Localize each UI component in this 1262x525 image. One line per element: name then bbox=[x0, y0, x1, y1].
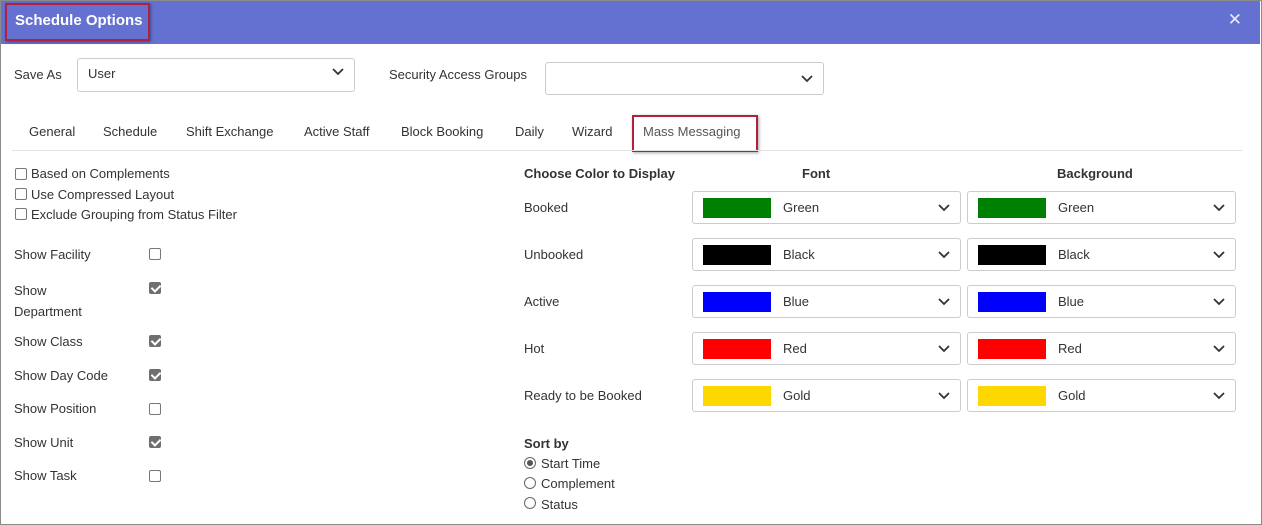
font-color-swatch bbox=[703, 245, 771, 265]
sort-complement-label: Complement bbox=[541, 476, 615, 491]
font-color-select-ready-to-be-booked[interactable]: Gold bbox=[692, 379, 961, 412]
sort-by-label: Sort by bbox=[524, 436, 569, 451]
show-facility-checkbox[interactable] bbox=[149, 248, 161, 260]
background-color-swatch bbox=[978, 245, 1046, 265]
chevron-down-icon bbox=[1213, 251, 1225, 259]
font-color-select-hot[interactable]: Red bbox=[692, 332, 961, 365]
font-color-swatch bbox=[703, 386, 771, 406]
exclude-grouping-checkbox[interactable] bbox=[15, 208, 27, 220]
sort-status-radio[interactable] bbox=[524, 497, 536, 509]
tab-daily[interactable]: Daily bbox=[515, 124, 544, 139]
sort-complement-radio[interactable] bbox=[524, 477, 536, 489]
font-color-value: Red bbox=[783, 341, 807, 356]
font-color-value: Green bbox=[783, 200, 820, 215]
tab-active-staff[interactable]: Active Staff bbox=[304, 124, 370, 139]
chevron-down-icon bbox=[1213, 298, 1225, 306]
background-color-value: Black bbox=[1058, 247, 1090, 262]
color-row-label-booked: Booked bbox=[524, 200, 569, 215]
security-access-select[interactable] bbox=[545, 62, 824, 95]
show-unit-checkbox[interactable] bbox=[149, 436, 161, 448]
chevron-down-icon bbox=[1213, 392, 1225, 400]
font-color-swatch bbox=[703, 292, 771, 312]
font-color-value: Gold bbox=[783, 388, 811, 403]
background-color-select-ready-to-be-booked[interactable]: Gold bbox=[967, 379, 1236, 412]
choose-color-header: Choose Color to Display bbox=[524, 166, 675, 181]
background-color-value: Red bbox=[1058, 341, 1082, 356]
font-color-select-active[interactable]: Blue bbox=[692, 285, 961, 318]
chevron-down-icon bbox=[332, 68, 344, 76]
chevron-down-icon bbox=[938, 298, 950, 306]
color-row-label-active: Active bbox=[524, 294, 560, 309]
based-on-complements-label: Based on Complements bbox=[31, 166, 170, 181]
show-class-checkbox[interactable] bbox=[149, 335, 161, 347]
show-position-checkbox[interactable] bbox=[149, 403, 161, 415]
color-row-label-unbooked: Unbooked bbox=[524, 247, 584, 262]
show-facility-label: Show Facility bbox=[14, 247, 91, 262]
font-color-select-booked[interactable]: Green bbox=[692, 191, 961, 224]
use-compressed-layout-checkbox[interactable] bbox=[15, 188, 27, 200]
color-row-label-ready-to-be-booked: Ready to be Booked bbox=[524, 388, 642, 403]
chevron-down-icon bbox=[938, 345, 950, 353]
chevron-down-icon bbox=[1213, 204, 1225, 212]
color-row-label-hot: Hot bbox=[524, 341, 545, 356]
save-as-select[interactable]: User bbox=[77, 58, 355, 92]
show-class-label: Show Class bbox=[14, 334, 83, 349]
tab-mass-messaging[interactable]: Mass Messaging bbox=[643, 124, 741, 139]
tab-shift-exchange[interactable]: Shift Exchange bbox=[186, 124, 273, 139]
exclude-grouping-label: Exclude Grouping from Status Filter bbox=[31, 207, 237, 222]
background-color-value: Green bbox=[1058, 200, 1095, 215]
background-column-header: Background bbox=[1057, 166, 1133, 181]
chevron-down-icon bbox=[938, 251, 950, 259]
font-column-header: Font bbox=[802, 166, 831, 181]
chevron-down-icon bbox=[938, 204, 950, 212]
chevron-down-icon bbox=[1213, 345, 1225, 353]
show-day-code-label: Show Day Code bbox=[14, 368, 108, 383]
background-color-swatch bbox=[978, 198, 1046, 218]
security-access-label: Security Access Groups bbox=[389, 67, 527, 82]
tab-block-booking[interactable]: Block Booking bbox=[401, 124, 483, 139]
save-as-value: User bbox=[88, 66, 116, 81]
close-icon[interactable]: ✕ bbox=[1228, 10, 1242, 30]
show-day-code-checkbox[interactable] bbox=[149, 369, 161, 381]
sort-start-time-radio[interactable] bbox=[524, 457, 536, 469]
background-color-swatch bbox=[978, 339, 1046, 359]
sort-start-time-label: Start Time bbox=[541, 456, 601, 471]
tab-general[interactable]: General bbox=[29, 124, 75, 139]
tab-schedule[interactable]: Schedule bbox=[103, 124, 157, 139]
background-color-select-unbooked[interactable]: Black bbox=[967, 238, 1236, 271]
show-department-label: Show Department bbox=[14, 283, 82, 319]
show-position-label: Show Position bbox=[14, 401, 97, 416]
show-unit-label: Show Unit bbox=[14, 435, 74, 450]
font-color-value: Black bbox=[783, 247, 815, 262]
use-compressed-layout-label: Use Compressed Layout bbox=[31, 187, 175, 202]
based-on-complements-checkbox[interactable] bbox=[15, 168, 27, 180]
dialog-titlebar: Schedule Options ✕ bbox=[1, 1, 1260, 44]
background-color-select-active[interactable]: Blue bbox=[967, 285, 1236, 318]
background-color-swatch bbox=[978, 386, 1046, 406]
show-task-checkbox[interactable] bbox=[149, 470, 161, 482]
show-department-checkbox[interactable] bbox=[149, 282, 161, 294]
background-color-swatch bbox=[978, 292, 1046, 312]
chevron-down-icon bbox=[938, 392, 950, 400]
background-color-value: Blue bbox=[1058, 294, 1085, 309]
show-task-label: Show Task bbox=[14, 468, 77, 483]
dialog-title: Schedule Options bbox=[15, 12, 143, 29]
tab-wizard[interactable]: Wizard bbox=[572, 124, 612, 139]
background-color-select-hot[interactable]: Red bbox=[967, 332, 1236, 365]
chevron-down-icon bbox=[801, 75, 813, 83]
tabs-divider bbox=[12, 150, 1242, 151]
font-color-swatch bbox=[703, 198, 771, 218]
sort-status-label: Status bbox=[541, 497, 578, 512]
font-color-swatch bbox=[703, 339, 771, 359]
font-color-value: Blue bbox=[783, 294, 810, 309]
background-color-select-booked[interactable]: Green bbox=[967, 191, 1236, 224]
save-as-label: Save As bbox=[14, 67, 62, 82]
font-color-select-unbooked[interactable]: Black bbox=[692, 238, 961, 271]
background-color-value: Gold bbox=[1058, 388, 1086, 403]
